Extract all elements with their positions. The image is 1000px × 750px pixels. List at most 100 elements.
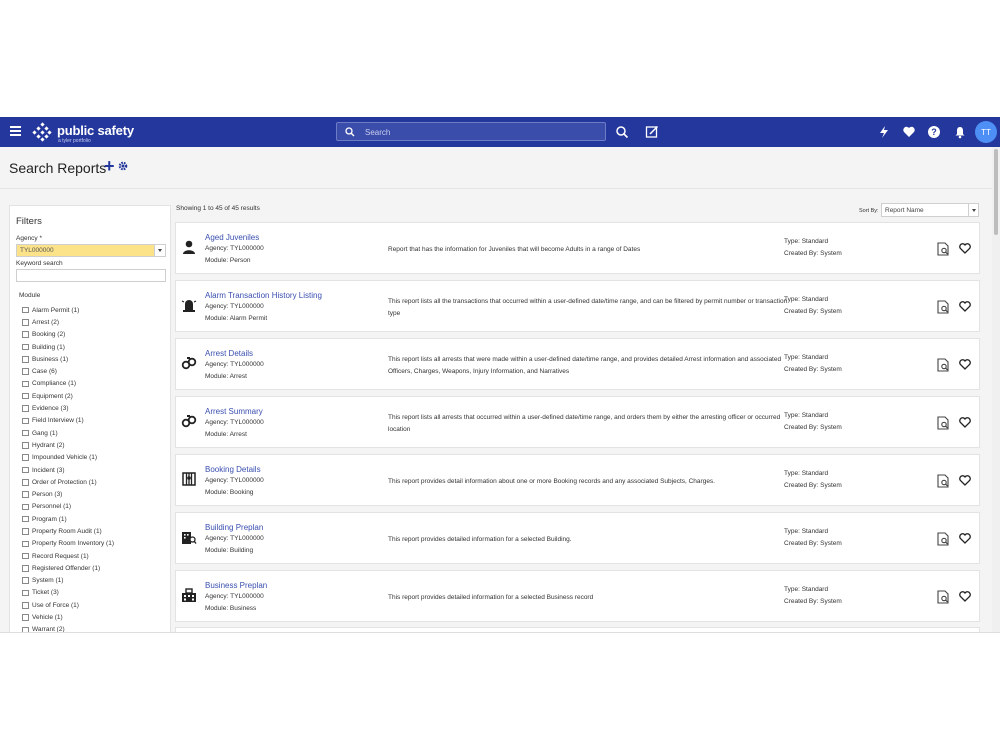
view-report-icon[interactable] bbox=[937, 590, 950, 604]
module-filter-item[interactable]: Impounded Vehicle (1) bbox=[22, 452, 114, 464]
module-filter-item[interactable]: Field Interview (1) bbox=[22, 415, 114, 427]
module-filter-item[interactable]: Hydrant (2) bbox=[22, 439, 114, 451]
module-filter-item[interactable]: Person (3) bbox=[22, 488, 114, 500]
module-checkbox[interactable] bbox=[22, 479, 29, 486]
favorites-icon[interactable] bbox=[902, 125, 916, 139]
report-name-link[interactable]: Arrest Summary bbox=[205, 407, 263, 416]
chevron-down-icon[interactable] bbox=[968, 204, 978, 216]
report-card[interactable]: Business Preplan Agency: TYL000000 Module:… bbox=[175, 570, 980, 622]
module-checkbox[interactable] bbox=[22, 405, 29, 412]
view-report-icon[interactable] bbox=[937, 416, 950, 430]
module-filter-item[interactable]: Order of Protection (1) bbox=[22, 476, 114, 488]
agency-select[interactable]: TYL000000 bbox=[16, 244, 166, 257]
module-checkbox[interactable] bbox=[22, 392, 29, 400]
module-checkbox[interactable] bbox=[22, 319, 29, 326]
module-checkbox[interactable] bbox=[22, 515, 29, 523]
module-filter-item[interactable]: Warrant (2) bbox=[22, 624, 114, 632]
view-report-icon[interactable] bbox=[937, 242, 950, 256]
module-checkbox[interactable] bbox=[22, 589, 29, 597]
report-card[interactable]: Alarm Transaction History Listing Agency:… bbox=[175, 280, 980, 332]
module-checkbox[interactable] bbox=[22, 577, 29, 584]
module-filter-item[interactable]: System (1) bbox=[22, 575, 114, 587]
view-report-icon[interactable] bbox=[937, 300, 950, 314]
module-filter-item[interactable]: Ticket (3) bbox=[22, 587, 114, 599]
module-checkbox[interactable] bbox=[22, 552, 29, 560]
scrollbar-thumb[interactable] bbox=[994, 149, 998, 235]
module-filter-item[interactable]: Incident (3) bbox=[22, 464, 114, 476]
gear-icon[interactable] bbox=[118, 161, 128, 171]
module-filter-item[interactable]: Record Request (1) bbox=[22, 550, 114, 562]
module-checkbox[interactable] bbox=[22, 331, 29, 338]
module-filter-item[interactable]: Gang (1) bbox=[22, 427, 114, 439]
module-checkbox[interactable] bbox=[22, 528, 29, 535]
search-input[interactable] bbox=[365, 125, 595, 139]
module-filter-item[interactable]: Business (1) bbox=[22, 353, 114, 365]
module-checkbox[interactable] bbox=[22, 417, 29, 425]
module-checkbox[interactable] bbox=[22, 429, 29, 437]
module-filter-item[interactable]: Building (1) bbox=[22, 341, 114, 353]
sort-select[interactable]: Report Name bbox=[881, 203, 979, 217]
report-name-link[interactable]: Aged Juveniles bbox=[205, 233, 259, 242]
favorite-heart-icon[interactable] bbox=[959, 533, 971, 544]
report-name-link[interactable]: Booking Details bbox=[205, 465, 261, 474]
edit-icon[interactable] bbox=[645, 125, 659, 139]
module-checkbox[interactable] bbox=[22, 343, 29, 351]
module-checkbox[interactable] bbox=[22, 491, 29, 498]
favorite-heart-icon[interactable] bbox=[959, 417, 971, 428]
report-name-link[interactable]: Alarm Transaction History Listing bbox=[205, 291, 322, 300]
menu-icon[interactable] bbox=[10, 126, 21, 136]
module-checkbox[interactable] bbox=[22, 503, 29, 511]
chevron-down-icon[interactable] bbox=[154, 245, 165, 256]
add-report-button[interactable]: + bbox=[104, 157, 115, 175]
module-checkbox[interactable] bbox=[22, 306, 29, 314]
module-filter-item[interactable]: Use of Force (1) bbox=[22, 599, 114, 611]
module-filter-item[interactable]: Alarm Permit (1) bbox=[22, 304, 114, 316]
module-checkbox[interactable] bbox=[22, 602, 29, 609]
module-filter-item[interactable]: Case (6) bbox=[22, 365, 114, 377]
module-filter-item[interactable]: Registered Offender (1) bbox=[22, 562, 114, 574]
module-filter-item[interactable]: Arrest (2) bbox=[22, 316, 114, 328]
module-checkbox[interactable] bbox=[22, 540, 29, 548]
keyword-label: Keyword search bbox=[16, 260, 63, 267]
module-checkbox[interactable] bbox=[22, 466, 29, 474]
report-card[interactable]: Arrest Summary Agency: TYL000000 Module: A… bbox=[175, 396, 980, 448]
search-submit-icon[interactable] bbox=[615, 125, 629, 139]
keyword-input[interactable] bbox=[16, 269, 166, 282]
module-filter-item[interactable]: Equipment (2) bbox=[22, 390, 114, 402]
view-report-icon[interactable] bbox=[937, 474, 950, 488]
bell-icon[interactable] bbox=[953, 125, 967, 139]
module-filter-item[interactable]: Evidence (3) bbox=[22, 402, 114, 414]
module-filter-item[interactable]: Property Room Inventory (1) bbox=[22, 538, 114, 550]
module-filter-item[interactable]: Property Room Audit (1) bbox=[22, 525, 114, 537]
module-filter-item[interactable]: Compliance (1) bbox=[22, 378, 114, 390]
module-checkbox[interactable] bbox=[22, 442, 29, 449]
report-card[interactable]: Arrest Details Agency: TYL000000 Module: A… bbox=[175, 338, 980, 390]
module-filter-item[interactable]: Personnel (1) bbox=[22, 501, 114, 513]
module-checkbox[interactable] bbox=[22, 614, 29, 621]
report-name-link[interactable]: Business Preplan bbox=[205, 581, 267, 590]
lightning-icon[interactable] bbox=[877, 125, 891, 139]
report-name-link[interactable]: Arrest Details bbox=[205, 349, 253, 358]
favorite-heart-icon[interactable] bbox=[959, 359, 971, 370]
module-checkbox[interactable] bbox=[22, 356, 29, 363]
module-checkbox[interactable] bbox=[22, 626, 29, 632]
module-checkbox[interactable] bbox=[22, 565, 29, 572]
user-avatar[interactable]: TT bbox=[975, 121, 997, 143]
module-checkbox[interactable] bbox=[22, 368, 29, 375]
module-filter-item[interactable]: Vehicle (1) bbox=[22, 611, 114, 623]
report-name-link[interactable]: Building Preplan bbox=[205, 523, 263, 532]
report-card[interactable]: Building Preplan Agency: TYL000000 Module:… bbox=[175, 512, 980, 564]
module-checkbox[interactable] bbox=[22, 380, 29, 388]
report-card[interactable]: Booking Details Agency: TYL000000 Module: … bbox=[175, 454, 980, 506]
favorite-heart-icon[interactable] bbox=[959, 591, 971, 602]
report-card[interactable]: Aged Juveniles Agency: TYL000000 Module: P… bbox=[175, 222, 980, 274]
help-icon[interactable]: ? bbox=[927, 125, 941, 139]
favorite-heart-icon[interactable] bbox=[959, 243, 971, 254]
favorite-heart-icon[interactable] bbox=[959, 301, 971, 312]
module-filter-item[interactable]: Booking (2) bbox=[22, 329, 114, 341]
module-checkbox[interactable] bbox=[22, 454, 29, 461]
view-report-icon[interactable] bbox=[937, 532, 950, 546]
view-report-icon[interactable] bbox=[937, 358, 950, 372]
favorite-heart-icon[interactable] bbox=[959, 475, 971, 486]
module-filter-item[interactable]: Program (1) bbox=[22, 513, 114, 525]
